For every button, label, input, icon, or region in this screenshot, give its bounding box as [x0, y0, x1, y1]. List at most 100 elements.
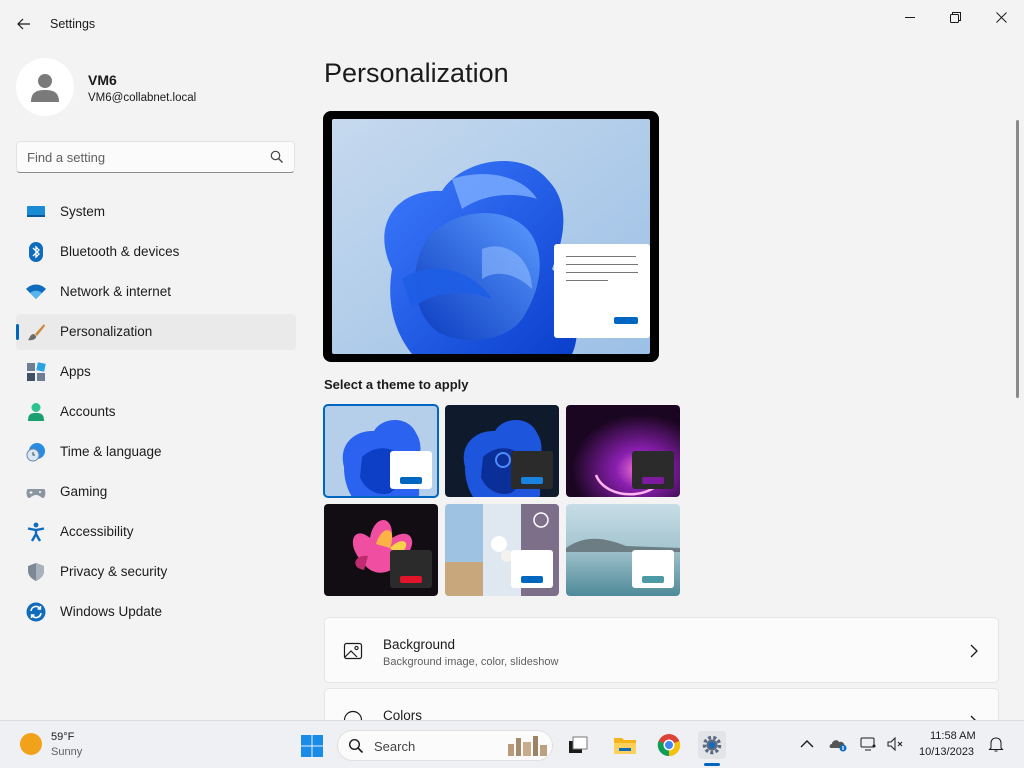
chevron-right-icon	[970, 644, 978, 658]
theme-grid	[323, 404, 680, 597]
sidebar-item-windows-update[interactable]: Windows Update	[16, 594, 296, 630]
sidebar-item-apps[interactable]: Apps	[16, 354, 296, 390]
profile-name: VM6	[88, 72, 117, 88]
minimize-icon	[904, 16, 915, 18]
preview-window	[554, 244, 650, 338]
theme-preview	[323, 111, 659, 362]
taskbar-app-task-view[interactable]	[564, 731, 592, 759]
sidebar-item-label: Network & internet	[60, 284, 172, 299]
user-profile[interactable]: VM6 VM6@collabnet.local	[16, 58, 296, 118]
sidebar-item-network[interactable]: Network & internet	[16, 274, 296, 310]
search-placeholder: Find a setting	[27, 150, 106, 165]
paintbrush-icon	[28, 324, 45, 341]
chevron-up-icon[interactable]	[798, 735, 816, 753]
start-button[interactable]	[300, 734, 324, 758]
theme-flow[interactable]	[445, 504, 559, 596]
taskbar: 59°F Sunny Search 11:58 AM 10/13/2023	[0, 720, 1024, 768]
restore-icon	[949, 11, 961, 23]
sidebar-item-label: Accessibility	[60, 524, 134, 539]
wifi-icon	[26, 284, 46, 299]
sidebar-item-label: Windows Update	[60, 604, 163, 619]
chrome-icon	[657, 734, 681, 757]
taskbar-app-chrome[interactable]	[655, 731, 683, 759]
network-icon[interactable]	[860, 735, 878, 753]
sidebar-item-time-language[interactable]: Time & language	[16, 434, 296, 470]
volume-muted-icon[interactable]	[886, 735, 904, 753]
search-icon	[270, 150, 283, 163]
desktop-preview	[332, 119, 650, 354]
select-theme-heading: Select a theme to apply	[324, 377, 469, 392]
sidebar-item-label: Bluetooth & devices	[60, 244, 180, 259]
sidebar-item-label: Gaming	[60, 484, 108, 499]
task-view-icon	[569, 736, 588, 753]
globe-clock-icon	[26, 443, 45, 462]
weather-temperature: 59°F	[51, 731, 75, 743]
page-title: Personalization	[324, 58, 509, 88]
window-title: Settings	[50, 17, 96, 31]
sidebar-item-label: Apps	[60, 364, 91, 379]
clock-time: 11:58 AM	[930, 730, 976, 742]
sidebar-item-privacy[interactable]: Privacy & security	[16, 554, 296, 590]
update-icon	[26, 602, 46, 622]
sidebar-item-gaming[interactable]: Gaming	[16, 474, 296, 510]
sidebar-item-label: System	[60, 204, 106, 219]
sidebar-item-personalization[interactable]: Personalization	[16, 314, 296, 350]
theme-sunrise[interactable]	[566, 504, 680, 596]
search-icon	[348, 738, 364, 754]
sidebar-item-accounts[interactable]: Accounts	[16, 394, 296, 430]
avatar	[16, 58, 74, 116]
preview-button	[614, 317, 638, 324]
active-app-indicator	[704, 763, 720, 766]
theme-windows-light[interactable]	[323, 404, 439, 498]
restore-button[interactable]	[932, 4, 978, 30]
title-bar: Settings	[0, 0, 1024, 48]
folder-icon	[614, 738, 636, 754]
sidebar-item-system[interactable]: System	[16, 194, 296, 230]
person-avatar-icon	[31, 74, 59, 102]
person-icon	[28, 403, 44, 421]
preview-text-line	[566, 272, 638, 273]
preview-text-line	[566, 264, 638, 265]
sidebar-item-label: Privacy & security	[60, 564, 168, 579]
close-button[interactable]	[978, 4, 1024, 30]
back-button[interactable]	[10, 10, 38, 38]
minimize-button[interactable]	[887, 4, 933, 30]
profile-email: VM6@collabnet.local	[88, 92, 197, 104]
search-input[interactable]: Find a setting	[16, 141, 295, 173]
theme-captured-motion[interactable]	[324, 504, 438, 596]
clock-date: 10/13/2023	[919, 746, 975, 758]
accessibility-icon	[27, 522, 45, 542]
gear-icon	[702, 735, 722, 755]
back-arrow-icon	[17, 18, 30, 30]
image-icon	[343, 642, 363, 660]
apps-icon	[27, 362, 46, 381]
preview-text-line	[566, 280, 608, 281]
sidebar-item-bluetooth[interactable]: Bluetooth & devices	[16, 234, 296, 270]
sidebar-item-accessibility[interactable]: Accessibility	[16, 514, 296, 550]
weather-condition: Sunny	[51, 746, 83, 758]
taskbar-app-file-explorer[interactable]	[611, 731, 639, 759]
theme-glow[interactable]	[566, 405, 680, 497]
theme-windows-dark[interactable]	[445, 405, 559, 497]
sidebar-nav: System Bluetooth & devices Network & int…	[16, 194, 296, 634]
monitor-icon	[27, 206, 45, 217]
sidebar-item-label: Personalization	[60, 324, 153, 339]
taskbar-search-label: Search	[374, 739, 416, 754]
card-title: Background	[383, 637, 456, 652]
sidebar-item-label: Accounts	[60, 404, 116, 419]
close-icon	[995, 11, 1007, 23]
sun-icon	[20, 733, 42, 755]
background-setting-card[interactable]: Background Background image, color, slid…	[324, 617, 999, 683]
taskbar-search[interactable]: Search	[337, 730, 553, 761]
search-highlight-icon	[508, 736, 547, 756]
bluetooth-icon	[29, 242, 43, 262]
sidebar-item-label: Time & language	[60, 444, 162, 459]
shield-icon	[28, 563, 44, 581]
card-subtitle: Background image, color, slideshow	[383, 656, 559, 668]
notification-bell-icon[interactable]	[987, 735, 1005, 753]
onedrive-icon[interactable]	[829, 735, 847, 753]
scrollbar[interactable]	[1016, 120, 1019, 398]
preview-text-line	[566, 256, 636, 257]
taskbar-app-settings[interactable]	[698, 731, 726, 759]
gamepad-icon	[26, 489, 46, 498]
